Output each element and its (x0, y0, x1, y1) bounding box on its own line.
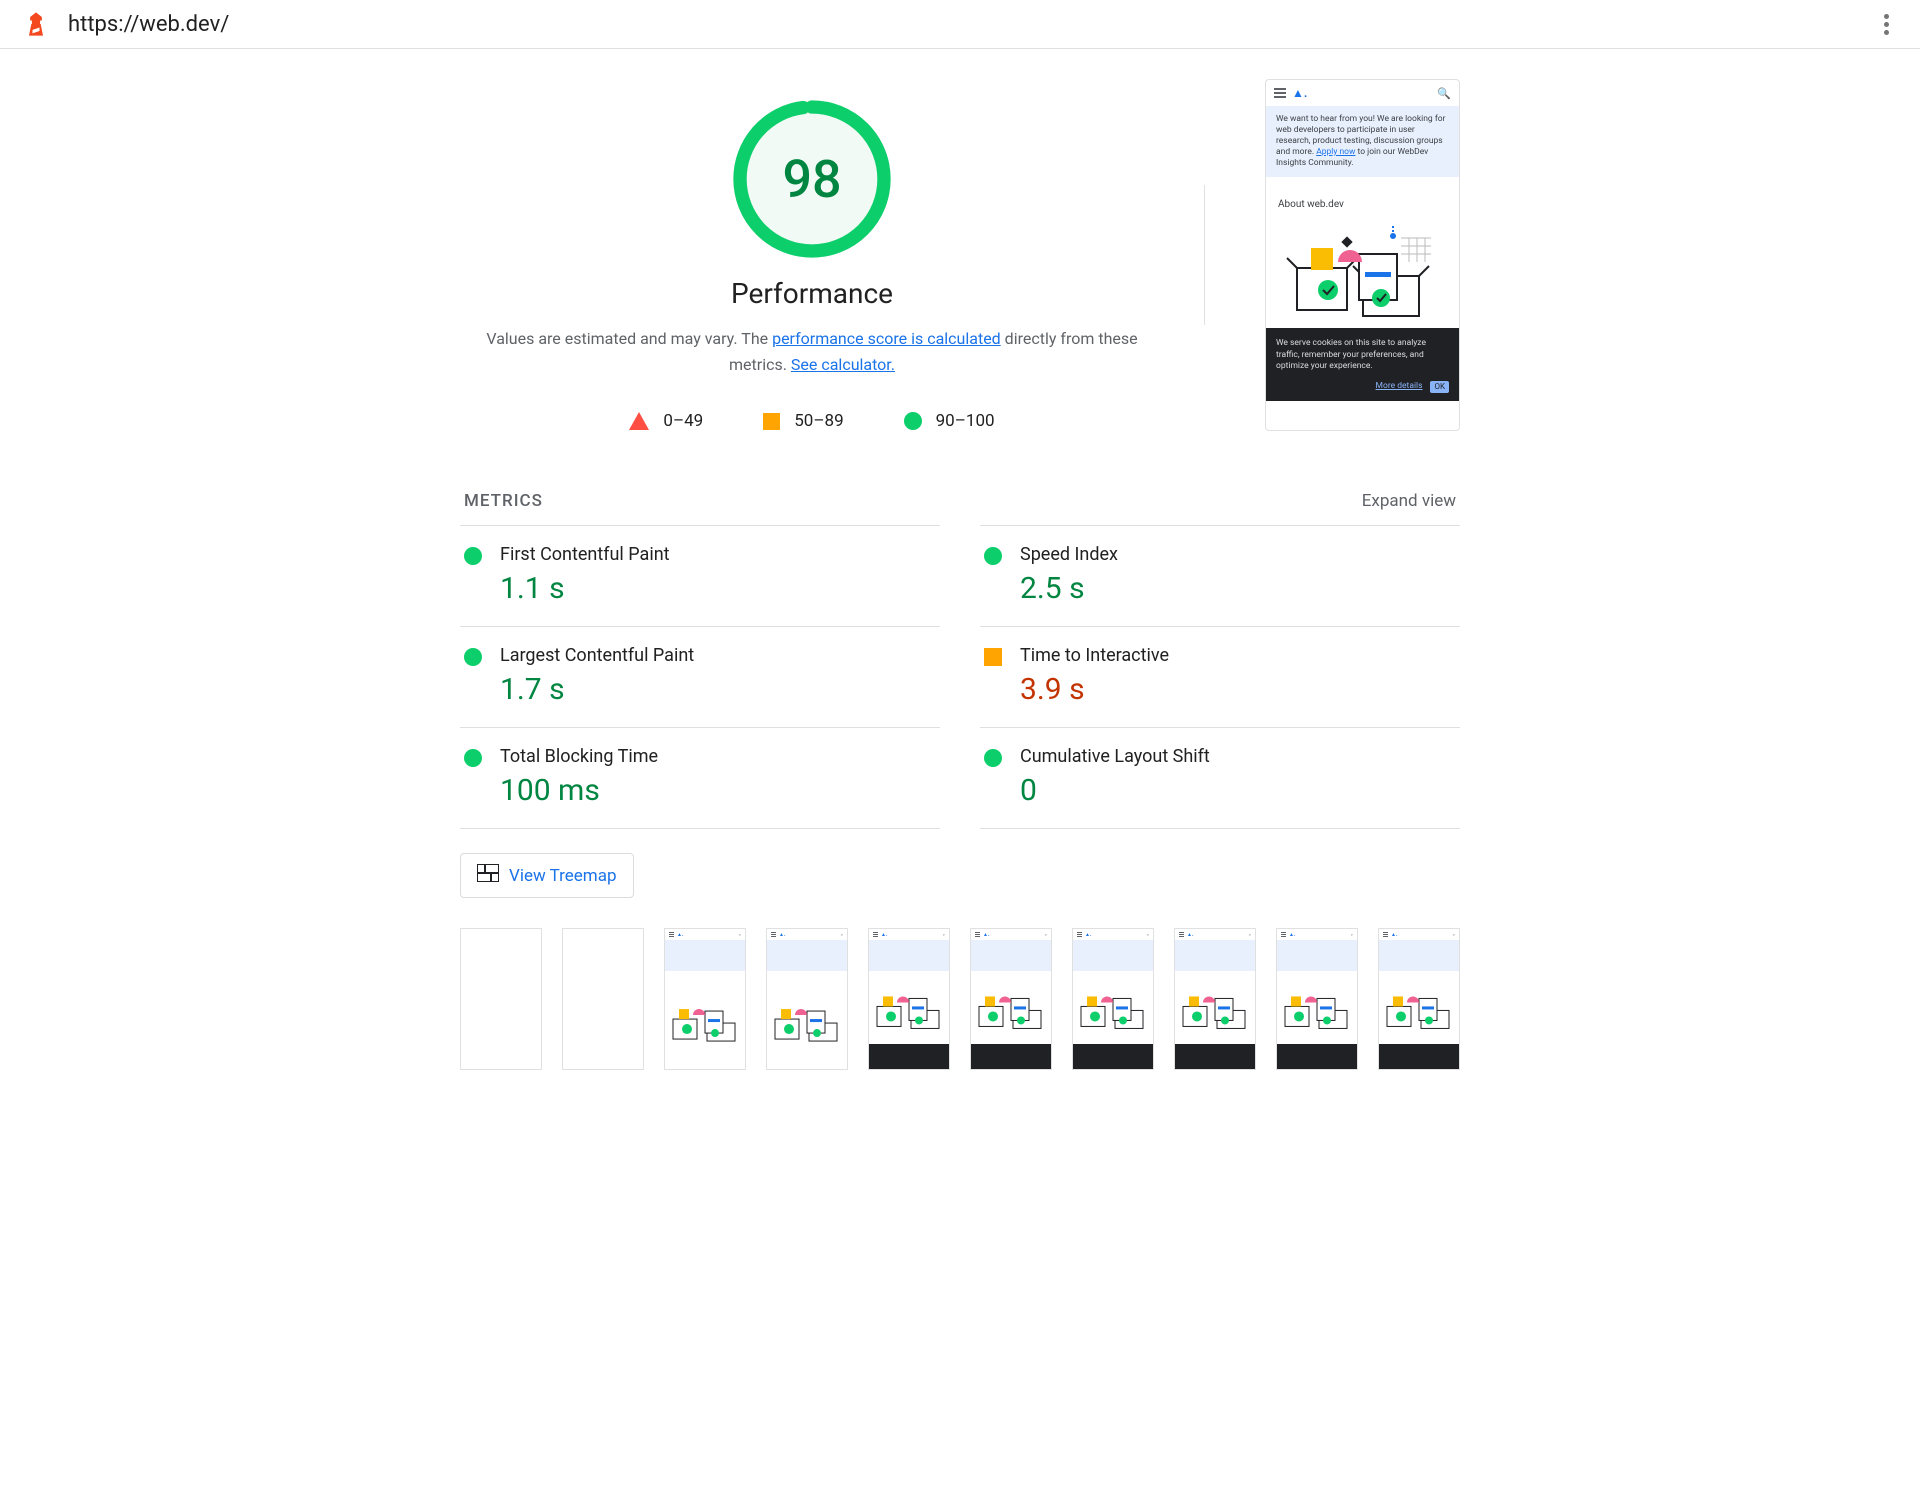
expand-view-button[interactable]: Expand view (1362, 491, 1456, 511)
metric-label: First Contentful Paint (500, 544, 936, 565)
score-description: Values are estimated and may vary. The p… (460, 326, 1164, 377)
metric-row: Total Blocking Time 100 ms (460, 727, 940, 829)
page-url: https://web.dev/ (68, 12, 1874, 37)
metric-status-icon (464, 547, 482, 565)
score-legend: 0–49 50–89 90–100 (460, 411, 1164, 431)
metrics-heading: METRICS (464, 491, 543, 511)
filmstrip-frame: ▲.⌕ (1378, 928, 1460, 1070)
see-calculator-link[interactable]: See calculator. (791, 355, 895, 374)
site-logo-icon: ▲. (1292, 86, 1437, 100)
metric-value: 0 (1020, 773, 1456, 808)
filmstrip-frame: ▲.⌕ (1072, 928, 1154, 1070)
metric-value: 100 ms (500, 773, 936, 808)
metric-label: Speed Index (1020, 544, 1456, 565)
page-screenshot: ▲. 🔍 We want to hear from you! We are lo… (1265, 79, 1460, 431)
metric-row: Speed Index 2.5 s (980, 525, 1460, 626)
treemap-icon (477, 864, 499, 887)
filmstrip-frame (562, 928, 644, 1070)
filmstrip-frame: ▲.⌕ (970, 928, 1052, 1070)
filmstrip-frame (460, 928, 542, 1070)
view-treemap-button[interactable]: View Treemap (460, 853, 634, 898)
average-icon (763, 413, 780, 430)
metric-row: Largest Contentful Paint 1.7 s (460, 626, 940, 727)
metric-value: 1.1 s (500, 571, 936, 606)
metric-status-icon (984, 547, 1002, 565)
metric-label: Largest Contentful Paint (500, 645, 936, 666)
metric-status-icon (464, 749, 482, 767)
vertical-divider (1204, 185, 1205, 325)
score-value: 98 (732, 99, 892, 259)
filmstrip-frame: ▲.⌕ (1276, 928, 1358, 1070)
filmstrip-frame: ▲.⌕ (664, 928, 746, 1070)
lighthouse-icon (22, 10, 50, 38)
filmstrip-frame: ▲.⌕ (766, 928, 848, 1070)
score-gauge: 98 (732, 99, 892, 259)
search-icon: 🔍 (1437, 87, 1451, 100)
filmstrip-frame: ▲.⌕ (1174, 928, 1256, 1070)
metric-row: Time to Interactive 3.9 s (980, 626, 1460, 727)
metric-value: 3.9 s (1020, 672, 1456, 707)
filmstrip-frame: ▲.⌕ (868, 928, 950, 1070)
pass-icon (904, 412, 922, 430)
metric-label: Cumulative Layout Shift (1020, 746, 1456, 767)
topbar: https://web.dev/ (0, 0, 1920, 49)
metric-label: Total Blocking Time (500, 746, 936, 767)
preview-cookie-banner: We serve cookies on this site to analyze… (1266, 328, 1459, 401)
filmstrip: ▲.⌕ ▲.⌕ ▲.⌕ ▲.⌕ (460, 928, 1460, 1070)
more-menu-button[interactable] (1874, 12, 1898, 36)
metric-row: First Contentful Paint 1.1 s (460, 525, 940, 626)
preview-banner: We want to hear from you! We are looking… (1266, 106, 1459, 177)
metric-value: 2.5 s (1020, 571, 1456, 606)
metric-row: Cumulative Layout Shift 0 (980, 727, 1460, 829)
score-title: Performance (460, 277, 1164, 310)
metric-status-icon (464, 648, 482, 666)
metric-status-icon (984, 648, 1002, 666)
metric-value: 1.7 s (500, 672, 936, 707)
fail-icon (629, 412, 649, 430)
hamburger-icon (1274, 88, 1286, 98)
metric-label: Time to Interactive (1020, 645, 1456, 666)
preview-about: About web.dev (1266, 177, 1459, 218)
metric-status-icon (984, 749, 1002, 767)
score-calc-link[interactable]: performance score is calculated (772, 329, 1001, 348)
preview-illustration (1266, 218, 1459, 328)
score-panel: 98 Performance Values are estimated and … (460, 79, 1164, 431)
